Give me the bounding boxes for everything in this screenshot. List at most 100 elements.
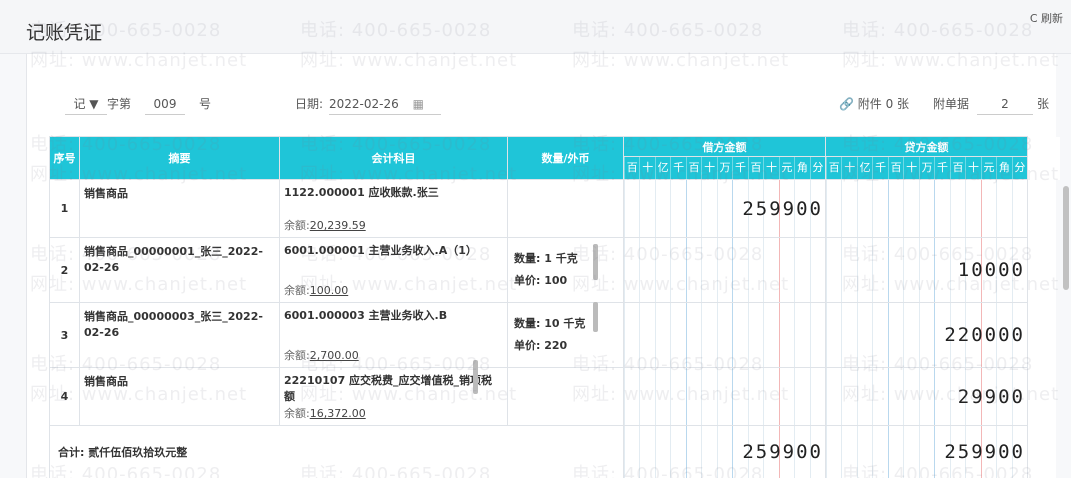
account-cell[interactable]: 1122.000001 应收账款.张三 余额:20,239.59 bbox=[279, 179, 508, 238]
credit-cell[interactable]: 220000 bbox=[825, 302, 1028, 368]
row-number: 1 bbox=[49, 179, 80, 238]
attachment-label: 附件 0 张 bbox=[857, 97, 910, 111]
row-number: 2 bbox=[49, 237, 80, 303]
total-credit: 259900 bbox=[825, 425, 1028, 478]
account-cell[interactable]: 6001.000001 主营业务收入.A（1） 余额:100.00 bbox=[279, 237, 508, 303]
credit-digit-header: 百十亿千百十万千百十元角分 bbox=[825, 156, 1028, 180]
summary-cell[interactable]: 销售商品 bbox=[79, 179, 280, 238]
date-label: 日期: bbox=[295, 97, 324, 111]
account-name: 6001.000003 主营业务收入.B bbox=[284, 309, 448, 322]
digit-label: 十 bbox=[903, 157, 918, 179]
balance-value[interactable]: 100.00 bbox=[310, 284, 349, 297]
header-debit: 借方金额 bbox=[623, 136, 826, 157]
digit-label: 十 bbox=[965, 157, 980, 179]
date-input[interactable]: 2022-02-26 ▦ bbox=[329, 94, 441, 115]
price-line: 单价: 100 bbox=[514, 274, 568, 287]
digit-label: 百 bbox=[624, 157, 639, 179]
digit-label: 百 bbox=[826, 157, 841, 179]
summary-cell[interactable]: 销售商品_00000001_张三_2022-02-26 bbox=[79, 237, 280, 303]
balance: 余额:16,372.00 bbox=[284, 407, 366, 420]
debit-cell[interactable] bbox=[623, 367, 826, 426]
qty-scroll-handle[interactable] bbox=[593, 244, 598, 280]
chevron-down-icon: ▼ bbox=[89, 97, 99, 111]
voucher-table: 序号 摘要 会计科目 数量/外币 借方金额 贷方金额 百十亿千百十万千百十元角分… bbox=[49, 136, 1060, 478]
qty-cell[interactable]: 数量: 10 千克 单价: 220 bbox=[507, 302, 624, 368]
credit-amount: 10000 bbox=[957, 259, 1025, 281]
date-value: 2022-02-26 bbox=[329, 97, 399, 111]
digit-label: 百 bbox=[747, 157, 763, 179]
digit-label: 千 bbox=[872, 157, 887, 179]
qty-cell[interactable] bbox=[507, 179, 624, 238]
balance: 余额:2,700.00 bbox=[284, 349, 359, 362]
header-credit: 贷方金额 bbox=[825, 136, 1028, 157]
digit-label: 千 bbox=[934, 157, 949, 179]
zi-label: 字第 bbox=[107, 97, 132, 111]
table-row[interactable]: 3 销售商品_00000003_张三_2022-02-26 6001.000003 … bbox=[49, 302, 1060, 368]
header-account: 会计科目 bbox=[279, 136, 508, 180]
digit-label: 亿 bbox=[856, 157, 872, 179]
balance-value[interactable]: 16,372.00 bbox=[310, 407, 366, 420]
voucher-page: 记账凭证 C 刷新 记 ▼ 字第 009 号 日期: 2022-02-26 ▦ … bbox=[0, 0, 1071, 478]
voucher-panel: 记 ▼ 字第 009 号 日期: 2022-02-26 ▦ 🔗 附件 0 张 附… bbox=[26, 54, 1060, 478]
balance-value[interactable]: 2,700.00 bbox=[310, 349, 359, 362]
attachment-link[interactable]: 🔗 附件 0 张 bbox=[839, 94, 909, 114]
zhang-label: 张 bbox=[1037, 97, 1050, 111]
doc-count-value: 2 bbox=[977, 94, 1033, 115]
account-cell[interactable]: 6001.000003 主营业务收入.B 余额:2,700.00 bbox=[279, 302, 508, 368]
digit-label: 分 bbox=[809, 157, 825, 179]
digit-label: 元 bbox=[778, 157, 794, 179]
digit-label: 万 bbox=[716, 157, 732, 179]
credit-cell[interactable] bbox=[825, 179, 1028, 238]
page-scrollbar[interactable] bbox=[1063, 186, 1069, 290]
qty-line: 数量: 1 千克 bbox=[514, 252, 578, 265]
digit-label: 亿 bbox=[654, 157, 670, 179]
account-name: 1122.000001 应收账款.张三 bbox=[284, 186, 439, 199]
doc-label: 附单据 bbox=[933, 97, 970, 111]
qty-scroll-handle[interactable] bbox=[593, 302, 598, 332]
header-qty: 数量/外币 bbox=[507, 136, 624, 180]
balance-value[interactable]: 20,239.59 bbox=[310, 219, 366, 232]
summary-cell[interactable]: 销售商品_00000003_张三_2022-02-26 bbox=[79, 302, 280, 368]
table-row[interactable]: 1 销售商品 1122.000001 应收账款.张三 余额:20,239.59 2599… bbox=[49, 179, 1060, 238]
header-summary: 摘要 bbox=[79, 136, 280, 180]
voucher-type-value: 记 bbox=[73, 97, 86, 111]
calendar-icon: ▦ bbox=[412, 97, 424, 111]
account-name: 6001.000001 主营业务收入.A（1） bbox=[284, 244, 477, 257]
voucher-toolbar: 记 ▼ 字第 009 号 日期: 2022-02-26 ▦ 🔗 附件 0 张 附… bbox=[27, 54, 1057, 134]
digit-label: 万 bbox=[918, 157, 934, 179]
digit-label: 角 bbox=[794, 157, 809, 179]
digit-label: 百 bbox=[887, 157, 903, 179]
debit-cell[interactable] bbox=[623, 302, 826, 368]
qty-cell[interactable]: 数量: 1 千克 单价: 100 bbox=[507, 237, 624, 303]
digit-label: 千 bbox=[732, 157, 747, 179]
refresh-button[interactable]: C 刷新 bbox=[1030, 10, 1063, 26]
doc-count-input[interactable]: 2 bbox=[977, 94, 1033, 115]
digit-label: 元 bbox=[980, 157, 996, 179]
row-number: 3 bbox=[49, 302, 80, 368]
hao-label: 号 bbox=[199, 97, 212, 111]
summary-cell[interactable]: 销售商品 bbox=[79, 367, 280, 426]
header-no: 序号 bbox=[49, 136, 80, 180]
credit-cell[interactable]: 10000 bbox=[825, 237, 1028, 303]
price-line: 单价: 220 bbox=[514, 339, 568, 352]
debit-amount: 259900 bbox=[742, 197, 823, 220]
account-name: 22210107 应交税费_应交增值税_销项税额 bbox=[284, 374, 493, 403]
paperclip-icon: 🔗 bbox=[839, 97, 854, 111]
voucher-number-input[interactable]: 009 bbox=[145, 94, 185, 115]
table-row[interactable]: 4 销售商品 22210107 应交税费_应交增值税_销项税额余额:16,372.0… bbox=[49, 367, 1060, 426]
debit-cell[interactable]: 259900 bbox=[623, 179, 826, 238]
digit-label: 十 bbox=[763, 157, 778, 179]
row-number: 4 bbox=[49, 367, 80, 426]
account-scroll-handle[interactable] bbox=[473, 360, 478, 394]
debit-cell[interactable] bbox=[623, 237, 826, 303]
table-row[interactable]: 2 销售商品_00000001_张三_2022-02-26 6001.000001 … bbox=[49, 237, 1060, 303]
digit-label: 十 bbox=[841, 157, 856, 179]
total-debit: 259900 bbox=[623, 425, 826, 478]
page-title: 记账凭证 bbox=[26, 22, 103, 44]
digit-label: 十 bbox=[639, 157, 654, 179]
total-row: 合计: 贰仟伍佰玖拾玖元整 259900 259900 bbox=[49, 425, 1060, 478]
total-label: 合计: 贰仟伍佰玖拾玖元整 bbox=[49, 425, 624, 478]
qty-cell[interactable] bbox=[507, 367, 624, 426]
credit-cell[interactable]: 29900 bbox=[825, 367, 1028, 426]
voucher-type-select[interactable]: 记 ▼ bbox=[65, 94, 107, 115]
